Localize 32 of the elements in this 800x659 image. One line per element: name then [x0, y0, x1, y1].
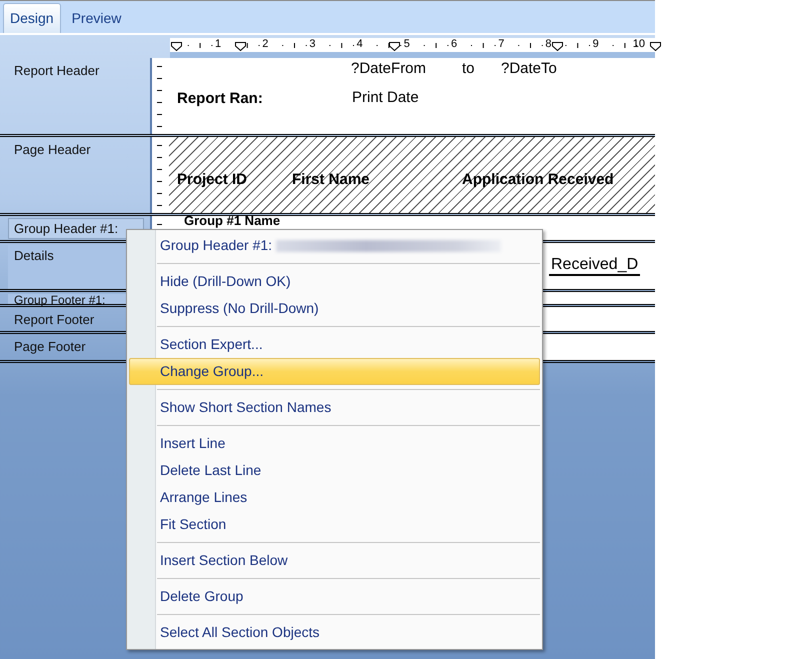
report-field[interactable]: Report Ran:: [175, 90, 265, 107]
section-label[interactable]: Page Header: [8, 139, 144, 160]
report-field[interactable]: Received_D: [549, 256, 640, 276]
menu-item[interactable]: Fit Section: [129, 511, 540, 538]
ruler-number: 7: [498, 38, 504, 50]
section-label[interactable]: Group Header #1:: [8, 218, 144, 239]
report-field[interactable]: ?DateFrom: [349, 60, 428, 77]
menu-item[interactable]: Section Expert...: [129, 331, 540, 358]
menu-item[interactable]: Delete Group: [129, 583, 540, 610]
ruler-number: 6: [451, 38, 458, 50]
ruler-number: 2: [262, 38, 268, 50]
ruler-number: 10: [632, 38, 646, 50]
report-field[interactable]: Print Date: [350, 89, 421, 106]
menu-item[interactable]: Insert Section Below: [129, 547, 540, 574]
report-field[interactable]: to: [460, 60, 477, 77]
tab[interactable]: Preview: [64, 3, 128, 33]
menu-item[interactable]: Change Group...: [129, 358, 540, 385]
section-label[interactable]: Report Header: [8, 60, 144, 81]
tab[interactable]: Design: [3, 3, 61, 33]
ruler-number: 8: [545, 38, 552, 50]
menu-item[interactable]: Select All Section Objects: [129, 619, 540, 646]
ruler-number: 1: [215, 38, 222, 50]
menu-item[interactable]: Show Short Section Names: [129, 394, 540, 421]
report-field[interactable]: ?DateTo: [499, 60, 559, 77]
ruler-number: 9: [592, 38, 599, 50]
menu-item[interactable]: Arrange Lines: [129, 484, 540, 511]
ruler-number: 5: [404, 38, 410, 50]
report-field[interactable]: Group #1 Name: [182, 216, 282, 227]
ruler-number: 3: [309, 38, 316, 50]
ruler-number: 4: [356, 38, 363, 50]
menu-item[interactable]: Delete Last Line: [129, 457, 540, 484]
menu-item[interactable]: Insert Line: [129, 430, 540, 457]
